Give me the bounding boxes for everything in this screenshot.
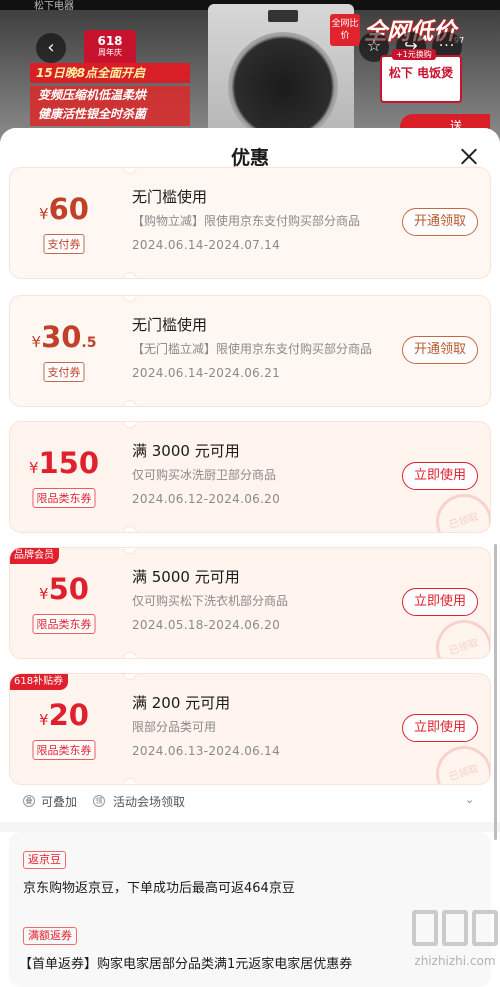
- notch: [123, 548, 137, 554]
- jingdou-text: 京东购物返京豆，下单成功后最高可返464京豆: [23, 881, 295, 896]
- stackable-icon: 叠: [23, 795, 35, 807]
- coupon-title: 无门槛使用: [132, 316, 208, 334]
- amount-dec: .5: [81, 335, 97, 351]
- coupon-type-badge: 限品类东券: [32, 740, 96, 760]
- coupon-value-area: ¥60 支付券: [10, 168, 118, 278]
- coupon-date: 2024.06.13-2024.06.14: [132, 744, 281, 758]
- coupon-desc: 【无门槛立减】限使用京东支付购买部分商品: [132, 342, 373, 356]
- coupon-card: 618补贴券 ¥20 限品类东券 满 200 元可用 限部分品类可用 2024.…: [9, 673, 491, 785]
- currency-symbol: ¥: [28, 459, 39, 477]
- amount-int: 150: [38, 446, 100, 480]
- coupon-card: ¥150 限品类东券 满 3000 元可用 仅可购买冰洗厨卫部分商品 2024.…: [9, 421, 491, 533]
- stackable-label: 可叠加: [41, 795, 78, 809]
- badge-618-main: 618: [97, 34, 123, 48]
- badge-618-sub: 周年庆: [98, 48, 122, 57]
- amount-int: 60: [48, 192, 89, 226]
- amount-int: 30: [41, 320, 82, 354]
- jingdou-label: 返京豆: [23, 851, 66, 869]
- coupon-desc: 限部分品类可用: [132, 720, 217, 734]
- currency-symbol: ¥: [39, 585, 49, 603]
- coupon-title: 满 5000 元可用: [132, 568, 240, 586]
- gift-label: 松下 电饭煲: [388, 66, 454, 80]
- coupon-date: 2024.06.14-2024.07.14: [132, 238, 281, 252]
- notch: [123, 272, 137, 278]
- coupon-date: 2024.06.12-2024.06.20: [132, 492, 281, 506]
- coupon-type-badge: 限品类东券: [32, 614, 96, 634]
- promo-feature-line-2: 健康活性银全时杀菌: [38, 107, 147, 121]
- coupon-value-area: ¥20 限品类东券: [10, 674, 118, 784]
- use-now-button[interactable]: 立即使用: [402, 462, 478, 490]
- sheet-title: 优惠: [230, 147, 269, 169]
- notch: [123, 674, 137, 680]
- coupon-card: ¥30.5 支付券 无门槛使用 【无门槛立减】限使用京东支付购买部分商品 202…: [9, 295, 491, 407]
- price-compare-box: 全网比价: [330, 14, 360, 46]
- machine-display: [268, 10, 298, 22]
- coupon-title: 满 3000 元可用: [132, 442, 240, 460]
- fullamount-label: 满额返券: [23, 927, 77, 945]
- gift-sub-label: +1元换购: [392, 49, 436, 60]
- notch: [123, 526, 137, 532]
- watermark-glyph: [442, 910, 468, 946]
- coupon-type-badge: 支付券: [43, 362, 85, 382]
- back-button[interactable]: ‹: [36, 33, 66, 63]
- currency-symbol: ¥: [39, 711, 49, 729]
- coupon-value-area: ¥150 限品类东券: [10, 422, 118, 532]
- notch: [123, 778, 137, 784]
- activate-claim-button[interactable]: 开通领取: [402, 208, 478, 236]
- coupon-date: 2024.06.14-2024.06.21: [132, 366, 281, 380]
- notch: [123, 400, 137, 406]
- promo-feature-banner: 变频压缩机低温柔烘 健康活性银全时杀菌: [30, 86, 190, 126]
- notch: [123, 422, 137, 428]
- claimed-stamp: 已领取: [428, 486, 490, 532]
- coupon-title: 无门槛使用: [132, 188, 208, 206]
- coupon-amount: ¥30.5: [10, 320, 118, 354]
- activate-claim-button[interactable]: 开通领取: [402, 336, 478, 364]
- coupon-type-badge: 支付券: [43, 234, 85, 254]
- coupon-card: ¥60 支付券 无门槛使用 【购物立减】限使用京东支付购买部分商品 2024.0…: [9, 167, 491, 279]
- coupon-amount: ¥150: [10, 446, 118, 480]
- coupon-value-area: ¥50 限品类东券: [10, 548, 118, 658]
- watermark-text: zhizhizhi.com: [414, 954, 496, 968]
- venue-label: 活动会场领取: [113, 795, 186, 809]
- coupon-type-badge: 限品类东券: [32, 488, 96, 508]
- notch: [123, 652, 137, 658]
- coupon-amount: ¥60: [10, 192, 118, 226]
- coupon-options-row[interactable]: 叠 可叠加 领 活动会场领取 ⌄: [9, 787, 491, 815]
- notch: [123, 168, 137, 174]
- claimed-stamp: 已领取: [428, 612, 490, 658]
- watermark-glyph: [412, 910, 438, 946]
- coupon-amount: ¥20: [10, 698, 118, 732]
- amount-int: 20: [48, 698, 89, 732]
- claimed-stamp: 已领取: [428, 738, 490, 784]
- section-divider: [0, 822, 500, 832]
- coupon-desc: 仅可购买冰洗厨卫部分商品: [132, 468, 277, 482]
- coupon-card: 品牌会员 ¥50 限品类东券 满 5000 元可用 仅可购买松下洗衣机部分商品 …: [9, 547, 491, 659]
- scrollbar[interactable]: [494, 544, 497, 840]
- machine-door: [228, 32, 338, 142]
- coupon-date: 2024.05.18-2024.06.20: [132, 618, 281, 632]
- coupon-value-area: ¥30.5 支付券: [10, 296, 118, 406]
- coupon-desc: 【购物立减】限使用京东支付购买部分商品: [132, 214, 361, 228]
- coupon-sheet: 优惠 ¥60 支付券 无门槛使用 【购物立减】限使用京东支付购买部分商品 202…: [0, 128, 500, 987]
- coupon-desc: 仅可购买松下洗衣机部分商品: [132, 594, 289, 608]
- coupon-title: 满 200 元可用: [132, 694, 231, 712]
- chevron-down-icon[interactable]: ⌄: [465, 793, 474, 806]
- use-now-button[interactable]: 立即使用: [402, 714, 478, 742]
- currency-symbol: ¥: [31, 333, 42, 351]
- amount-int: 50: [48, 572, 89, 606]
- jingdou-rebate: 返京豆 京东购物返京豆，下单成功后最高可返464京豆: [23, 848, 483, 896]
- promo-feature-line-1: 变频压缩机低温柔烘: [38, 88, 147, 102]
- notch: [123, 296, 137, 302]
- promo-start-banner: 15日晚8点全面开启: [30, 63, 190, 83]
- venue-icon: 领: [93, 795, 105, 807]
- coupon-amount: ¥50: [10, 572, 118, 606]
- top-strip-label: 松下电器: [34, 1, 74, 12]
- currency-symbol: ¥: [39, 205, 49, 223]
- use-now-button[interactable]: 立即使用: [402, 588, 478, 616]
- gift-rice-cooker-tag: +1元换购 松下 电饭煲: [380, 49, 462, 103]
- coupon-list[interactable]: ¥60 支付券 无门槛使用 【购物立减】限使用京东支付购买部分商品 2024.0…: [0, 167, 500, 987]
- watermark-glyph: [472, 910, 498, 946]
- site-watermark: zhizhizhi.com: [410, 910, 500, 987]
